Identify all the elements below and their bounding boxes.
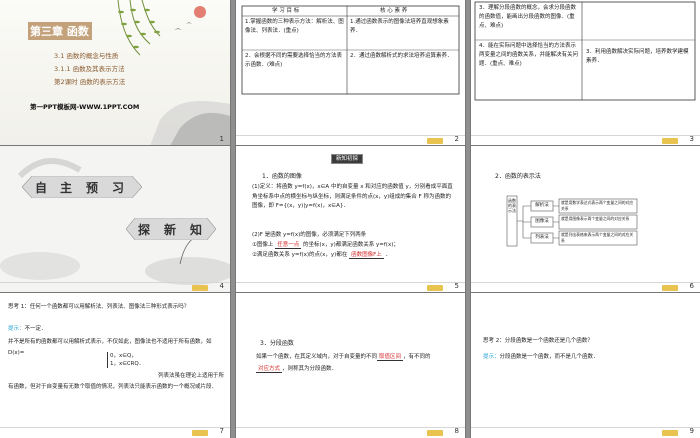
slide-thumbnail-9[interactable]: 思考 2：分段函数是一个函数还是几个函数？ 提示：分段函数是一个函数，而不是几个… [471, 293, 700, 438]
slide-thumbnail-4[interactable]: 自 主 预 习 探 新 知 4 [0, 146, 230, 293]
method-graphic: 图像法 [535, 219, 549, 224]
slide-number: 8 [454, 427, 459, 435]
slide-footer [236, 427, 465, 438]
self-study-char-4: 习 [112, 181, 125, 195]
section-heading: 3．分段函数 [260, 340, 294, 347]
competency-2: 2．通过函数解析式的求法培养运算素养． [350, 53, 453, 59]
answer-2-text: 分段函数是一个函数，而不是几个函数． [499, 354, 599, 360]
slide-footer [0, 427, 230, 438]
slide-thumbnail-7[interactable]: 思考 1：任何一个函数都可以用解析法、列表法、图像法三种形式表示吗？ 提示：不一… [0, 293, 230, 438]
definition-text: (1)定义：将函数 y=f(x)，x∈A 中的自变量 x 和对应的函数值 y，分… [252, 184, 453, 209]
desc-table: 就是列出表格来表示两个变量之间的对应关系 [561, 232, 634, 243]
lesson-title: 第2课时 函数的表示方法 [54, 78, 126, 86]
objective-4: 4．能在实际问题中选择恰当的方法表示两变量之间的函数关系，并能解决有关问题．(重… [479, 43, 579, 67]
desc-graphic: 就是用图像表示两个变量之间的对应关系 [561, 216, 630, 221]
slide-footer [236, 282, 465, 293]
def-suffix: ，则称其为分段函数． [282, 366, 338, 372]
answer-2-line: 提示：分段函数是一个函数，而不是几个函数． [483, 353, 693, 362]
hint-label: 提示： [483, 354, 500, 360]
question-2: 思考 2：分段函数是一个函数还是几个函数？ [483, 338, 593, 344]
slide-thumbnail-6[interactable]: 2．函数的表示法 函数的表示法 解析法 图像法 列表法 就是用数学表达式表示两个… [471, 146, 700, 293]
new-knowledge-char-3: 知 [190, 223, 203, 237]
desc-analytic: 就是用数学表达式表示两个变量之间的对应关系 [561, 200, 634, 211]
subsection-title: 3.1.1 函数及其表示方法 [54, 65, 125, 73]
answer-any-point: 任意一点 [275, 242, 302, 249]
slide-number: 1 [219, 135, 224, 143]
slide-footer [471, 135, 700, 146]
objective-1: 1.掌握函数的三种表示方法：解析法、图像法、列表法．(重点) [245, 19, 344, 34]
condition-1: ①图像上 任意一点 的坐标(x，y)都满足函数关系 y=f(x)； [252, 241, 462, 250]
new-knowledge-char-2: 新 [164, 223, 177, 237]
def-prefix: 如果一个函数，在其定义域内，对于自变量的不同 [256, 354, 378, 360]
question-1: 思考 1：任何一个函数都可以用解析法、列表法、图像法三种形式表示吗？ [8, 304, 190, 310]
objective-3: 3．理解分段函数的概念，会求分段函数的函数值，能画出分段函数的图像．(重点、难点… [479, 5, 577, 29]
slide-number: 4 [219, 282, 224, 290]
objective-2: 2．会根据不同的需要选择恰当的方法表示函数．(难点) [245, 53, 343, 68]
slide-number: 9 [689, 427, 694, 435]
slide-number: 5 [454, 282, 459, 290]
self-study-char-1: 自 [35, 181, 48, 195]
slide-number: 7 [219, 427, 224, 435]
slide-thumbnail-3[interactable]: 3．理解分段函数的概念，会求分段函数的函数值，能画出分段函数的图像．(重点、难点… [471, 0, 700, 146]
diagram-root-label: 函数的表示法 [508, 198, 516, 213]
slide-thumbnail-1[interactable]: 第三章 函数 3.1 函数的概念与性质 3.1.1 函数及其表示方法 第2课时 … [0, 0, 230, 146]
answer-1-line: 提示：不一定． [8, 325, 224, 334]
piecewise-definition-line-1: 如果一个函数，在其定义域内，对于自变量的不同 取值区间 ，有不同的 [256, 353, 462, 362]
slide-footer [471, 282, 700, 293]
hint-label: 提示： [8, 326, 25, 332]
method-table: 列表法 [535, 235, 549, 240]
case-rational: 0，x∈Q， [110, 353, 137, 359]
piecewise-definition-line-2: 对应方式 ，则称其为分段函数． [256, 365, 462, 374]
competency-header: 核 心 素 养 [380, 8, 408, 14]
slide-number: 3 [689, 135, 694, 143]
condition-2: ②满足函数关系 y=f(x)的点(x，y)都在 函数图像F上 ． [252, 251, 462, 260]
slide-footer [471, 427, 700, 438]
condition-intro: (2)F 是函数 y=f(x)的图像，必须满足下列两条 [252, 232, 367, 238]
method-analytic: 解析法 [535, 203, 549, 208]
answer-graph-f: 函数图像F上 [349, 252, 384, 259]
new-knowledge-char-1: 探 [138, 223, 151, 237]
objectives-header: 学 习 目 标 [272, 8, 300, 14]
chapter-title: 第三章 函数 [30, 25, 89, 38]
slide-thumbnail-8[interactable]: 3．分段函数 如果一个函数，在其定义域内，对于自变量的不同 取值区间 ，有不同的 对… [236, 293, 465, 438]
condition-1-suffix: 的坐标(x，y)都满足函数关系 y=f(x)； [302, 242, 399, 248]
slide-number: 2 [454, 135, 459, 143]
slide-thumbnail-2[interactable]: 学 习 目 标 核 心 素 养 1.掌握函数的三种表示方法：解析法、图像法、列表… [236, 0, 465, 146]
brand-text: 第一PPT模板网-WWW.1PPT.COM [30, 103, 140, 111]
new-knowledge-tag: 新知初探 [331, 154, 364, 164]
slide-footer [236, 135, 465, 146]
self-study-char-2: 主 [60, 181, 73, 195]
def-middle: ，有不同的 [403, 354, 431, 360]
section-title: 3.1 函数的概念与性质 [54, 52, 119, 60]
slide-thumbnail-5[interactable]: 新知初探 1．函数的图像 (1)定义：将函数 y=f(x)，x∈A 中的自变量 … [236, 146, 465, 293]
answer-1-short: 不一定． [24, 326, 47, 332]
answer-interval: 取值区间 [377, 354, 404, 361]
case-irrational: 1，x∈∁RQ． [110, 361, 145, 367]
answer-1-tail: 列表法虽在理论上适用于所有函数，但对于自变量有无数个取值的情况，列表法只能表示函… [8, 373, 225, 390]
section-heading: 1．函数的图像 [262, 173, 302, 180]
slide-number: 6 [689, 282, 694, 290]
condition-1-prefix: ①图像上 [252, 242, 274, 248]
slide-footer [0, 282, 230, 293]
condition-2-suffix: ． [385, 252, 392, 258]
competency-3: 3．利用函数解决实际问题，培养数学建模素养． [586, 49, 689, 64]
condition-2-prefix: ②满足函数关系 y=f(x)的点(x，y)都在 [252, 252, 348, 258]
competency-1: 1.通过函数表示的图像法培养直观想象素养． [350, 19, 449, 34]
self-study-char-3: 预 [86, 181, 99, 195]
answer-mapping: 对应方式 [256, 366, 283, 373]
piecewise-cases: 0，x∈Q， 1，x∈∁RQ． [107, 352, 144, 368]
